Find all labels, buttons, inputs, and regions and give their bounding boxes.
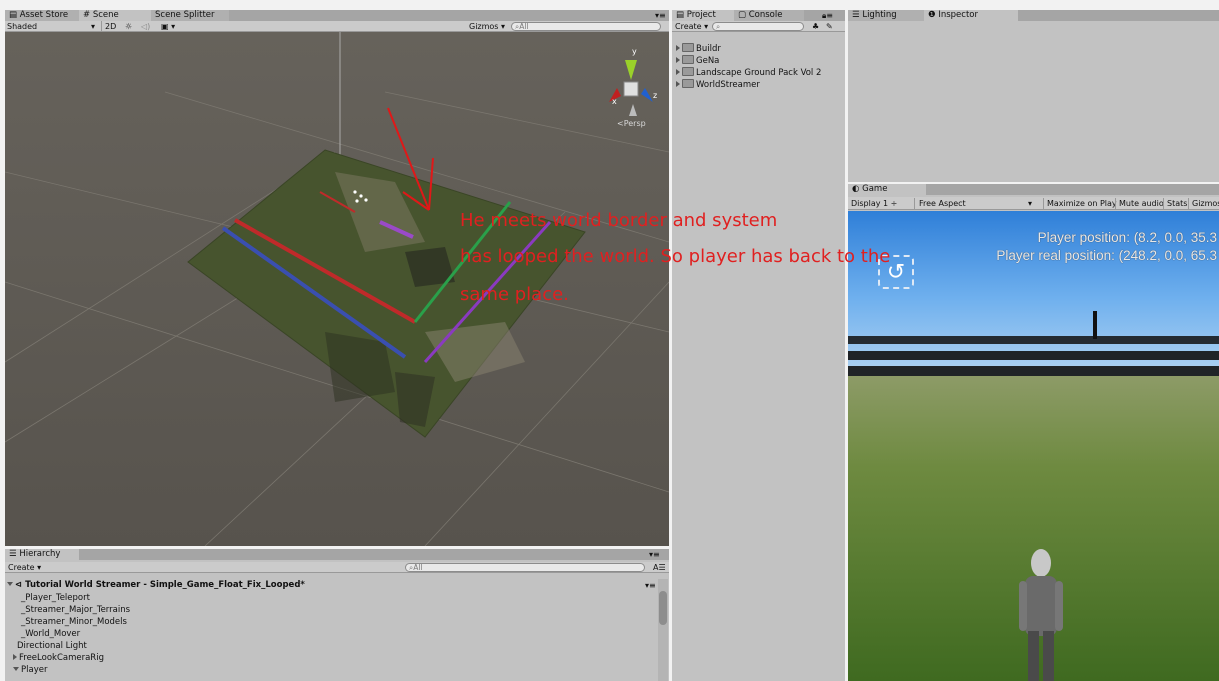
hierarchy-options-icon[interactable]: A☰	[653, 562, 666, 573]
info-icon: ❶	[928, 10, 939, 20]
annotation-line-2: has looped the world. So player has back…	[460, 246, 891, 267]
console-icon: ▢	[738, 10, 749, 20]
panel-menu-icon[interactable]: ▾≡	[655, 10, 666, 21]
filter-label-icon[interactable]: ✎	[826, 21, 833, 32]
hierarchy-panel: ☰ Hierarchy ▾≡ Create ▾ ⌕All A☰ ⊲ Tutori…	[5, 549, 669, 681]
lock-icon[interactable]: 🔒︎≡	[822, 10, 833, 21]
tab-hierarchy[interactable]: ☰ Hierarchy	[5, 549, 79, 560]
draw-mode-dropdown[interactable]: Shaded	[7, 21, 97, 32]
player-position-text: Player position: (8.2, 0.0, 35.3	[1037, 230, 1217, 245]
project-toolbar: Create ▾ ⌕ ♣ ✎	[672, 21, 845, 32]
tab-scene-splitter[interactable]: Scene Splitter	[151, 10, 229, 21]
scene-search-input[interactable]: ⌕All	[511, 22, 661, 31]
scene-toolbar: Shaded ▾ 2D ☼ ◁) ▣ ▾ Gizmos ▾ ⌕All	[5, 21, 669, 32]
hierarchy-item[interactable]: Player	[13, 664, 47, 676]
scene-render: y x z <Persp	[5, 32, 669, 546]
scene-panel: ▤ Asset Store # Scene Scene Splitter ▾≡ …	[5, 10, 669, 546]
lighting-toggle-icon[interactable]: ☼	[125, 21, 132, 32]
scrollbar-thumb[interactable]	[659, 591, 667, 625]
hierarchy-item[interactable]: FreeLookCameraRig	[13, 652, 104, 664]
tab-asset-store[interactable]: ▤ Asset Store	[5, 10, 85, 21]
lighting-icon: ☰	[852, 10, 863, 20]
inspector-tabstrip: ☰ Lighting ❶ Inspector	[848, 10, 1219, 21]
project-folder-item[interactable]: Landscape Ground Pack Vol 2	[676, 67, 821, 79]
expand-arrow-icon[interactable]	[13, 654, 17, 660]
effects-toggle-icon[interactable]: ▣ ▾	[161, 21, 175, 32]
display-dropdown[interactable]: Display 1 ÷	[851, 198, 897, 209]
hierarchy-item[interactable]: _Streamer_Minor_Models	[21, 616, 127, 628]
game-viewport[interactable]: ↺ Player position: (8.2, 0.0, 35.3 Playe…	[848, 211, 1219, 681]
hierarchy-tree: ⊲ Tutorial World Streamer - Simple_Game_…	[5, 576, 657, 681]
hierarchy-item[interactable]: Directional Light	[17, 640, 87, 652]
collapse-arrow-icon[interactable]	[13, 667, 19, 671]
game-panel: ◐ Game Display 1 ÷ Free Aspect ▾ Maximiz…	[848, 184, 1219, 681]
tab-scene[interactable]: # Scene	[79, 10, 157, 21]
audio-toggle-icon[interactable]: ◁)	[141, 21, 150, 32]
project-folder-item[interactable]: GeNa	[676, 55, 719, 67]
folder-icon	[682, 55, 694, 64]
hierarchy-create-dropdown[interactable]: Create ▾	[8, 562, 41, 573]
axis-z-label: z	[653, 91, 657, 100]
hierarchy-item[interactable]: _Streamer_Major_Terrains	[21, 604, 130, 616]
inspector-panel: ☰ Lighting ❶ Inspector	[848, 10, 1219, 182]
annotation-line-3: same place.	[460, 284, 569, 305]
maximize-on-play-button[interactable]: Maximize on Play	[1043, 198, 1117, 209]
aspect-dropdown[interactable]: Free Aspect	[914, 198, 1043, 209]
game-toolbar: Display 1 ÷ Free Aspect ▾ Maximize on Pl…	[848, 197, 1219, 210]
hierarchy-toolbar: Create ▾ ⌕All A☰	[5, 562, 669, 573]
filter-type-icon[interactable]: ♣	[812, 21, 819, 32]
project-folder-list: Buildr GeNa Landscape Ground Pack Vol 2 …	[676, 43, 844, 103]
tab-project[interactable]: ▤ Project	[672, 10, 740, 21]
game-tabstrip: ◐ Game	[848, 184, 1219, 195]
hierarchy-search-input[interactable]: ⌕All	[405, 563, 645, 572]
player-real-position-text: Player real position: (248.2, 0.0, 65.3	[996, 248, 1217, 263]
scene-viewport[interactable]: y x z <Persp	[5, 32, 669, 546]
folder-icon	[682, 79, 694, 88]
annotation-line-1: He meets world border and system	[460, 210, 778, 231]
tab-console[interactable]: ▢ Console	[734, 10, 804, 21]
expand-arrow-icon[interactable]	[676, 81, 680, 87]
unity-scene-icon: ⊲	[15, 580, 26, 590]
search-placeholder: ⌕All	[515, 22, 529, 31]
dropdown-arrow-icon: ▾	[91, 22, 96, 31]
expand-arrow-icon[interactable]	[676, 69, 680, 75]
tab-lighting[interactable]: ☰ Lighting	[848, 10, 930, 21]
project-tabstrip: ▤ Project ▢ Console 🔒︎≡	[672, 10, 845, 21]
project-search-input[interactable]: ⌕	[712, 22, 804, 31]
scene-tabstrip: ▤ Asset Store # Scene Scene Splitter ▾≡	[5, 10, 669, 21]
stats-button[interactable]: Stats	[1163, 198, 1187, 209]
scene-root-row[interactable]: ⊲ Tutorial World Streamer - Simple_Game_…	[7, 579, 305, 591]
expand-arrow-icon[interactable]	[676, 45, 680, 51]
2d-toggle[interactable]: 2D	[101, 21, 116, 32]
folder-icon	[682, 43, 694, 52]
scene-menu-icon[interactable]: ▾≡	[645, 580, 656, 591]
scene-grid-icon: #	[83, 10, 93, 20]
project-folder-item[interactable]: Buildr	[676, 43, 721, 55]
tab-inspector[interactable]: ❶ Inspector	[924, 10, 1018, 21]
tab-game[interactable]: ◐ Game	[848, 184, 926, 195]
gizmos-dropdown[interactable]: Gizmos ▾	[469, 21, 505, 32]
hierarchy-item[interactable]: _Player_Teleport	[21, 592, 90, 604]
gizmos-button[interactable]: Gizmos	[1188, 198, 1219, 209]
persp-label[interactable]: <Persp	[617, 119, 646, 128]
project-folder-item[interactable]: WorldStreamer	[676, 79, 760, 91]
hierarchy-icon: ☰	[9, 549, 20, 559]
hierarchy-tabstrip: ☰ Hierarchy ▾≡	[5, 549, 669, 560]
mute-audio-button[interactable]: Mute audio	[1115, 198, 1164, 209]
asset-store-icon: ▤	[9, 10, 20, 20]
folder-icon	[682, 67, 694, 76]
expand-arrow-icon[interactable]	[676, 57, 680, 63]
game-icon: ◐	[852, 184, 863, 194]
project-panel: ▤ Project ▢ Console 🔒︎≡ Create ▾ ⌕ ♣ ✎ B…	[672, 10, 845, 681]
collapse-arrow-icon[interactable]	[7, 582, 13, 586]
hierarchy-scrollbar[interactable]	[658, 579, 668, 681]
axis-y-label: y	[632, 47, 637, 56]
dropdown-arrow-icon: ▾	[1028, 199, 1033, 208]
hierarchy-item[interactable]: _World_Mover	[21, 628, 80, 640]
folder-icon: ▤	[676, 10, 687, 20]
project-create-dropdown[interactable]: Create ▾	[675, 21, 708, 32]
axis-x-label: x	[612, 97, 617, 106]
lock-icon[interactable]: ▾≡	[649, 549, 660, 560]
